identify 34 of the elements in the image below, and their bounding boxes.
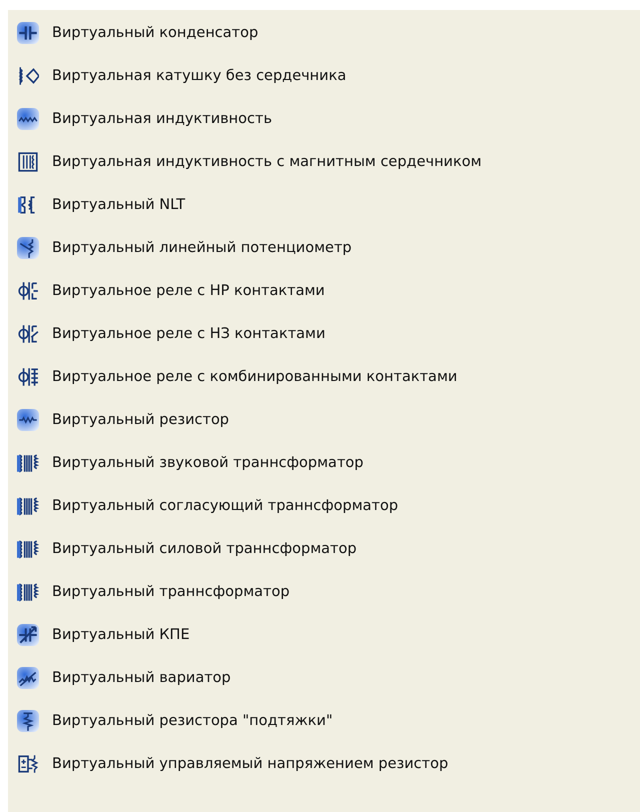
- component-name[interactable]: Виртуальный резистор: [52, 412, 230, 428]
- component-name[interactable]: Виртуальное реле с комбинированными контактами: [52, 368, 458, 384]
- component-name[interactable]: Виртуальная индуктивность: [52, 110, 272, 126]
- relay-icon: [17, 280, 39, 302]
- controlled-resistor-icon: [17, 752, 39, 774]
- transformer-icon: [17, 452, 39, 474]
- component-name[interactable]: Виртуальный линейный потенциометр: [52, 240, 352, 256]
- component-name[interactable]: Виртуальный звуковой траннсформатор: [52, 454, 364, 470]
- component-name[interactable]: Виртуальный траннсформатор: [52, 584, 290, 600]
- component-name[interactable]: Виртуальная индуктивность с магнитным сердечником: [52, 154, 482, 170]
- transformer-icon: [17, 494, 39, 516]
- resistor-icon: [17, 408, 39, 430]
- inductor-icon: [17, 108, 39, 130]
- component-name[interactable]: Виртуальное реле с НР контактами: [52, 282, 325, 298]
- relay-icon: [17, 322, 39, 344]
- capacitor-icon: [17, 22, 39, 44]
- component-name[interactable]: Виртуальный резистора "подтяжки": [52, 712, 333, 728]
- component-name[interactable]: Виртуальный КПЕ: [52, 626, 190, 642]
- potentiometer-icon: [17, 236, 39, 258]
- varistor-icon: [17, 666, 39, 688]
- transformer-icon: [17, 580, 39, 602]
- component-name[interactable]: Виртуальный конденсатор: [52, 24, 258, 40]
- component-name[interactable]: Виртуальный управляемый напряжением резистор: [52, 756, 448, 772]
- component-name[interactable]: Виртуальный силовой траннсформатор: [52, 540, 357, 556]
- component-name[interactable]: Виртуальный вариатор: [52, 670, 231, 686]
- variable-capacitor-icon: [17, 624, 39, 646]
- component-name[interactable]: Виртуальное реле с НЗ контактами: [52, 326, 326, 342]
- pull-up-resistor-icon: [17, 710, 39, 732]
- component-name[interactable]: Виртуальный NLT: [52, 196, 186, 212]
- component-name[interactable]: Виртуальный согласующий траннсформатор: [52, 498, 398, 514]
- component-name[interactable]: Виртуальная катушку без сердечника: [52, 68, 346, 84]
- transformer-icon: [17, 538, 39, 560]
- relay-icon: [17, 366, 39, 388]
- core-inductor-icon: [17, 150, 39, 172]
